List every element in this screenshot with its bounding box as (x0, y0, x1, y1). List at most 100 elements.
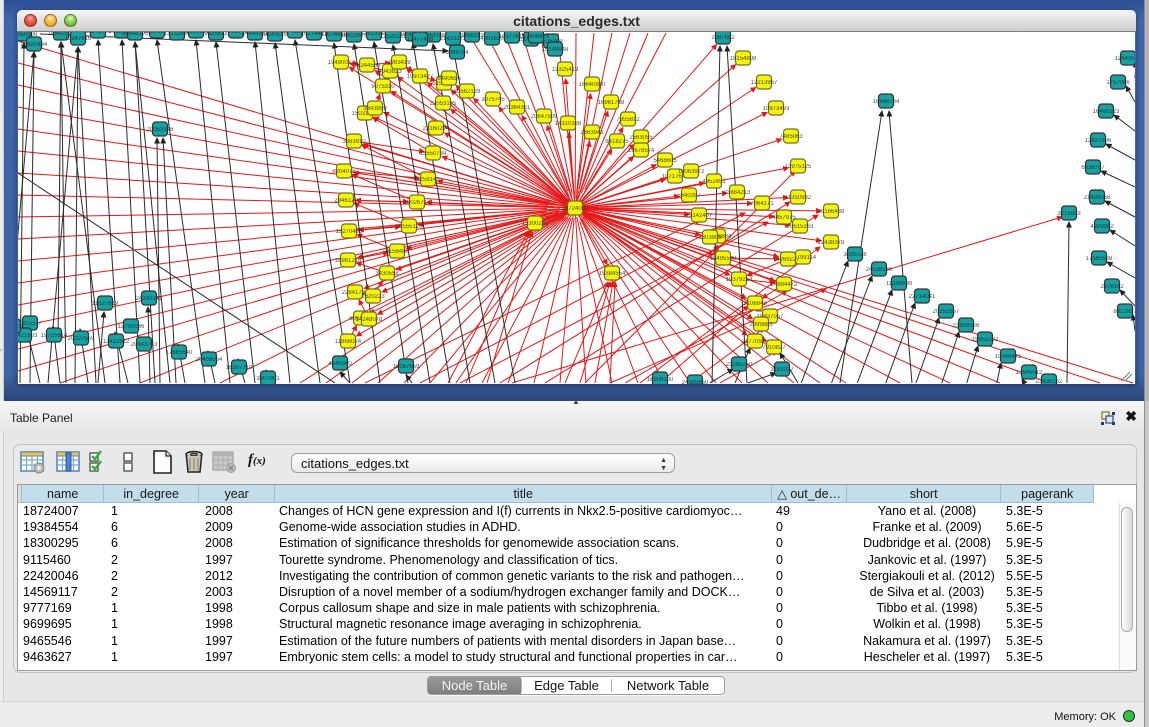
svg-text:23884213: 23884213 (724, 190, 751, 196)
svg-text:4043823: 4043823 (378, 69, 402, 75)
svg-text:19490077: 19490077 (328, 60, 355, 66)
svg-text:16961758: 16961758 (598, 100, 625, 106)
svg-text:19678574: 19678574 (628, 148, 655, 154)
svg-text:15149848: 15149848 (542, 47, 569, 53)
svg-text:7485063: 7485063 (779, 134, 803, 140)
svg-text:2999883: 2999883 (749, 322, 773, 328)
svg-text:7910827: 7910827 (762, 345, 786, 351)
svg-text:8204075: 8204075 (332, 169, 356, 175)
svg-text:22053165: 22053165 (430, 101, 457, 107)
svg-text:13495588: 13495588 (710, 256, 737, 262)
svg-text:19973477: 19973477 (407, 74, 434, 80)
svg-text:20943743: 20943743 (131, 342, 158, 348)
svg-text:2620223: 2620223 (361, 294, 385, 300)
svg-text:19379254: 19379254 (726, 277, 753, 283)
svg-text:23285250: 23285250 (726, 362, 753, 368)
svg-text:7303905: 7303905 (698, 235, 722, 241)
svg-text:11866024: 11866024 (335, 339, 362, 345)
svg-text:3343959: 3343959 (363, 106, 387, 112)
svg-text:20392657: 20392657 (933, 309, 960, 315)
svg-text:20053346: 20053346 (147, 127, 174, 133)
svg-text:20515263: 20515263 (787, 224, 814, 230)
svg-text:15953222: 15953222 (972, 337, 999, 343)
svg-text:24538166: 24538166 (866, 267, 893, 273)
svg-text:13270483: 13270483 (336, 229, 363, 235)
svg-text:8490656: 8490656 (437, 76, 461, 82)
svg-text:20166438: 20166438 (818, 209, 845, 215)
svg-text:16640910: 16640910 (579, 82, 606, 88)
svg-text:4952451: 4952451 (702, 179, 726, 185)
svg-text:12213967: 12213967 (751, 80, 778, 86)
svg-text:15550734: 15550734 (420, 151, 447, 157)
svg-text:3075745: 3075745 (481, 97, 505, 103)
svg-text:2563055: 2563055 (629, 135, 653, 141)
svg-text:3035728: 3035728 (843, 252, 867, 258)
svg-text:20458054: 20458054 (196, 357, 223, 363)
svg-text:14248078: 14248078 (356, 317, 383, 323)
svg-text:19142407: 19142407 (686, 213, 713, 219)
svg-text:3604511: 3604511 (18, 324, 25, 330)
svg-text:12975125: 12975125 (785, 164, 812, 170)
svg-text:16908100: 16908100 (647, 377, 674, 383)
svg-text:8418275: 8418275 (605, 139, 629, 145)
svg-text:12750036: 12750036 (118, 324, 145, 330)
svg-text:12412612: 12412612 (103, 339, 130, 345)
svg-text:4269227: 4269227 (776, 257, 800, 263)
svg-text:1757086: 1757086 (1106, 80, 1130, 86)
svg-text:14310388: 14310388 (555, 121, 582, 127)
svg-text:21499058: 21499058 (1084, 195, 1111, 201)
svg-text:2258145: 2258145 (416, 177, 440, 183)
svg-text:17665640: 17665640 (166, 350, 193, 356)
svg-text:16491923: 16491923 (1093, 109, 1120, 115)
svg-text:15063972: 15063972 (678, 169, 705, 175)
svg-text:15244500: 15244500 (354, 63, 381, 69)
svg-text:3181037: 3181037 (770, 367, 794, 373)
svg-text:2663941: 2663941 (580, 130, 604, 136)
svg-text:19384554: 19384554 (599, 271, 626, 277)
svg-text:23830434: 23830434 (21, 42, 48, 48)
svg-text:2983419: 2983419 (387, 60, 411, 66)
svg-text:15347616: 15347616 (65, 36, 92, 42)
svg-text:3430558: 3430558 (375, 271, 399, 277)
svg-text:2978182: 2978182 (1100, 284, 1124, 290)
svg-text:17565588: 17565588 (1086, 256, 1113, 262)
svg-text:5840397: 5840397 (677, 193, 701, 199)
svg-text:23421603: 23421603 (18, 333, 38, 339)
svg-text:22438378: 22438378 (818, 240, 845, 246)
svg-text:20555120: 20555120 (396, 224, 423, 230)
svg-text:23436262: 23436262 (1036, 379, 1063, 384)
svg-text:22714041: 22714041 (909, 294, 936, 300)
svg-text:16154808: 16154808 (730, 56, 757, 62)
svg-text:20364361: 20364361 (504, 105, 531, 111)
svg-text:24388850: 24388850 (682, 380, 709, 384)
svg-text:24330241: 24330241 (136, 296, 163, 302)
svg-text:12477488: 12477488 (407, 37, 434, 43)
svg-text:10549441: 10549441 (995, 354, 1022, 360)
svg-text:18724007: 18724007 (562, 206, 589, 212)
svg-text:18981216: 18981216 (335, 258, 362, 264)
svg-text:5468605: 5468605 (653, 158, 677, 164)
svg-text:22160294: 22160294 (423, 126, 450, 132)
svg-text:15300233: 15300233 (522, 221, 549, 227)
svg-text:13945012: 13945012 (1016, 370, 1043, 376)
svg-text:11350932: 11350932 (785, 195, 812, 201)
svg-text:24894472: 24894472 (771, 282, 798, 288)
svg-text:23858526: 23858526 (953, 323, 980, 329)
svg-text:3307301: 3307301 (256, 376, 280, 382)
svg-text:8321837: 8321837 (1113, 309, 1135, 315)
svg-text:20562129: 20562129 (454, 89, 481, 95)
svg-text:2087682: 2087682 (711, 35, 735, 41)
svg-text:9075310: 9075310 (371, 84, 395, 90)
svg-text:3215953: 3215953 (1057, 211, 1081, 217)
svg-text:19725914: 19725914 (41, 333, 68, 339)
svg-text:16648764: 16648764 (873, 99, 900, 105)
svg-text:6099754: 6099754 (445, 50, 469, 56)
svg-text:12927396: 12927396 (1085, 138, 1112, 144)
svg-text:16307710: 16307710 (226, 365, 253, 371)
svg-text:4140560: 4140560 (328, 361, 352, 367)
svg-text:20647509: 20647509 (531, 114, 558, 120)
svg-text:7064171: 7064171 (750, 201, 774, 207)
svg-text:11388699: 11388699 (886, 281, 913, 287)
svg-text:10973493: 10973493 (763, 106, 790, 112)
svg-text:2946120: 2946120 (334, 198, 358, 204)
